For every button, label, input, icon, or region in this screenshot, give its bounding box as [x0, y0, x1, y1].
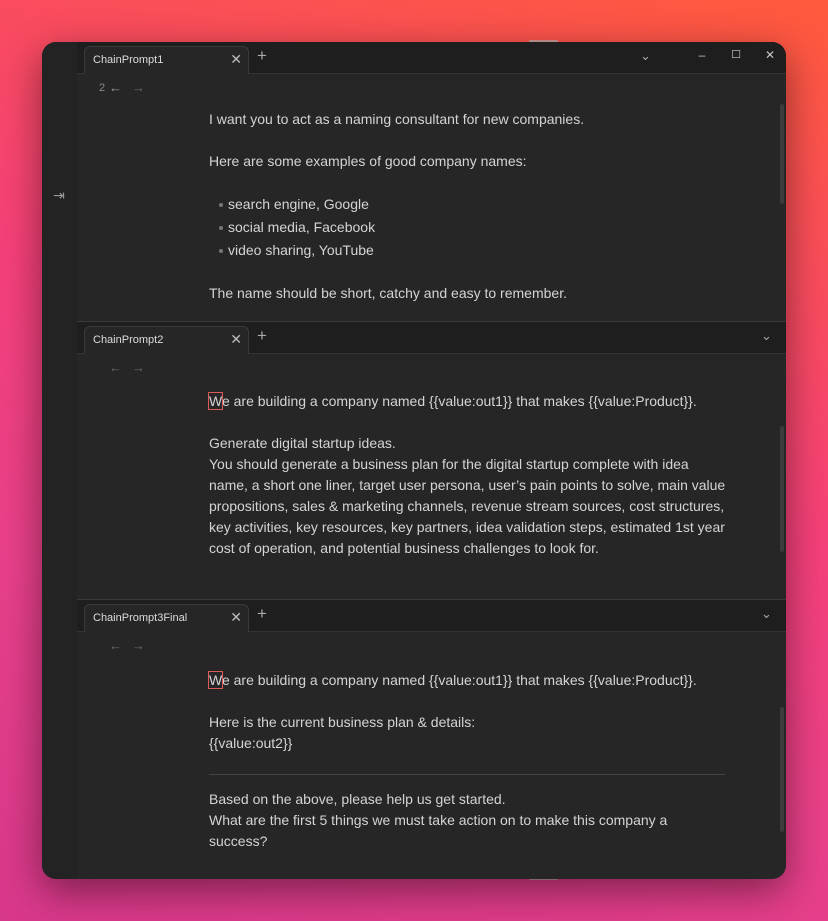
- list-item: search engine, Google: [219, 193, 729, 216]
- tab-title: ChainPrompt1: [93, 54, 164, 66]
- arrow-right-icon[interactable]: →: [132, 638, 145, 653]
- scrollbar[interactable]: [780, 104, 784, 204]
- chevron-down-icon[interactable]: ⌄: [761, 606, 772, 622]
- editor-pane-1: ChainPrompt1 ✕ + ⌄ – ☐ ✕ 2 ← → I want yo…: [77, 42, 786, 320]
- tab-chainprompt2[interactable]: ChainPrompt2 ✕: [84, 326, 249, 354]
- note-content-2[interactable]: We are building a company named {{value:…: [208, 391, 729, 559]
- tab-bar-1: ChainPrompt1 ✕ + ⌄ – ☐ ✕: [77, 42, 786, 74]
- content-line: Here is the current business plan & deta…: [209, 714, 476, 730]
- note-content-1[interactable]: I want you to act as a naming consultant…: [209, 109, 729, 304]
- arrow-left-icon[interactable]: ←: [109, 638, 122, 653]
- close-window-button[interactable]: ✕: [763, 48, 777, 62]
- new-tab-icon[interactable]: +: [257, 604, 267, 624]
- text-cursor: W: [208, 671, 223, 689]
- new-tab-icon[interactable]: +: [257, 46, 267, 66]
- content-line: {{value:out2}}: [209, 735, 293, 751]
- text-cursor: W: [208, 392, 223, 410]
- history-count: 2: [99, 82, 106, 94]
- note-content-3[interactable]: We are building a company named {{value:…: [208, 670, 729, 852]
- arrow-left-icon[interactable]: ←: [109, 80, 122, 95]
- content-line: Generate digital startup ideas.: [209, 435, 396, 451]
- minimize-button[interactable]: –: [695, 48, 709, 62]
- content-line: Here are some examples of good company n…: [209, 153, 527, 169]
- arrow-right-icon[interactable]: →: [132, 360, 145, 375]
- arrow-left-icon[interactable]: ←: [109, 360, 122, 375]
- content-line: What are the first 5 things we must take…: [209, 812, 668, 849]
- editor-pane-2: ChainPrompt2 ✕ + ⌄ ← → We are building a…: [77, 321, 786, 599]
- app-window: ⇥ ChainPrompt1 ✕ + ⌄ – ☐ ✕ 2 ← → I want …: [42, 42, 786, 879]
- content-line: I want you to act as a naming consultant…: [209, 111, 585, 127]
- content-line: We are building a company named {{value:…: [208, 392, 697, 410]
- tab-chainprompt1[interactable]: ChainPrompt1 ✕: [84, 46, 249, 74]
- close-tab-icon[interactable]: ✕: [230, 51, 242, 68]
- arrow-right-icon[interactable]: →: [132, 80, 145, 95]
- chevron-down-icon[interactable]: ⌄: [640, 48, 651, 64]
- maximize-button[interactable]: ☐: [729, 48, 743, 61]
- new-tab-icon[interactable]: +: [257, 326, 267, 346]
- content-line: The name should be short, catchy and eas…: [209, 285, 567, 301]
- tab-chainprompt3final[interactable]: ChainPrompt3Final ✕: [84, 604, 249, 632]
- tab-bar-3: ChainPrompt3Final ✕ + ⌄: [77, 600, 786, 632]
- left-sidebar-rail: ⇥: [42, 42, 77, 879]
- close-tab-icon[interactable]: ✕: [230, 609, 242, 626]
- scrollbar[interactable]: [780, 707, 784, 832]
- chevron-down-icon[interactable]: ⌄: [761, 328, 772, 344]
- horizontal-rule: [209, 774, 725, 775]
- expand-sidebar-icon[interactable]: ⇥: [51, 187, 67, 204]
- content-line: We are building a company named {{value:…: [208, 671, 697, 689]
- content-line: You should generate a business plan for …: [209, 456, 726, 556]
- tab-title: ChainPrompt3Final: [93, 612, 188, 624]
- list-item: social media, Facebook: [219, 216, 729, 239]
- list-item: video sharing, YouTube: [219, 239, 729, 262]
- tab-bar-2: ChainPrompt2 ✕ + ⌄: [77, 322, 786, 354]
- close-tab-icon[interactable]: ✕: [230, 331, 242, 348]
- editor-pane-3: ChainPrompt3Final ✕ + ⌄ ← → We are build…: [77, 599, 786, 879]
- content-line: Based on the above, please help us get s…: [209, 791, 506, 807]
- scrollbar[interactable]: [780, 426, 784, 552]
- tab-title: ChainPrompt2: [93, 334, 164, 346]
